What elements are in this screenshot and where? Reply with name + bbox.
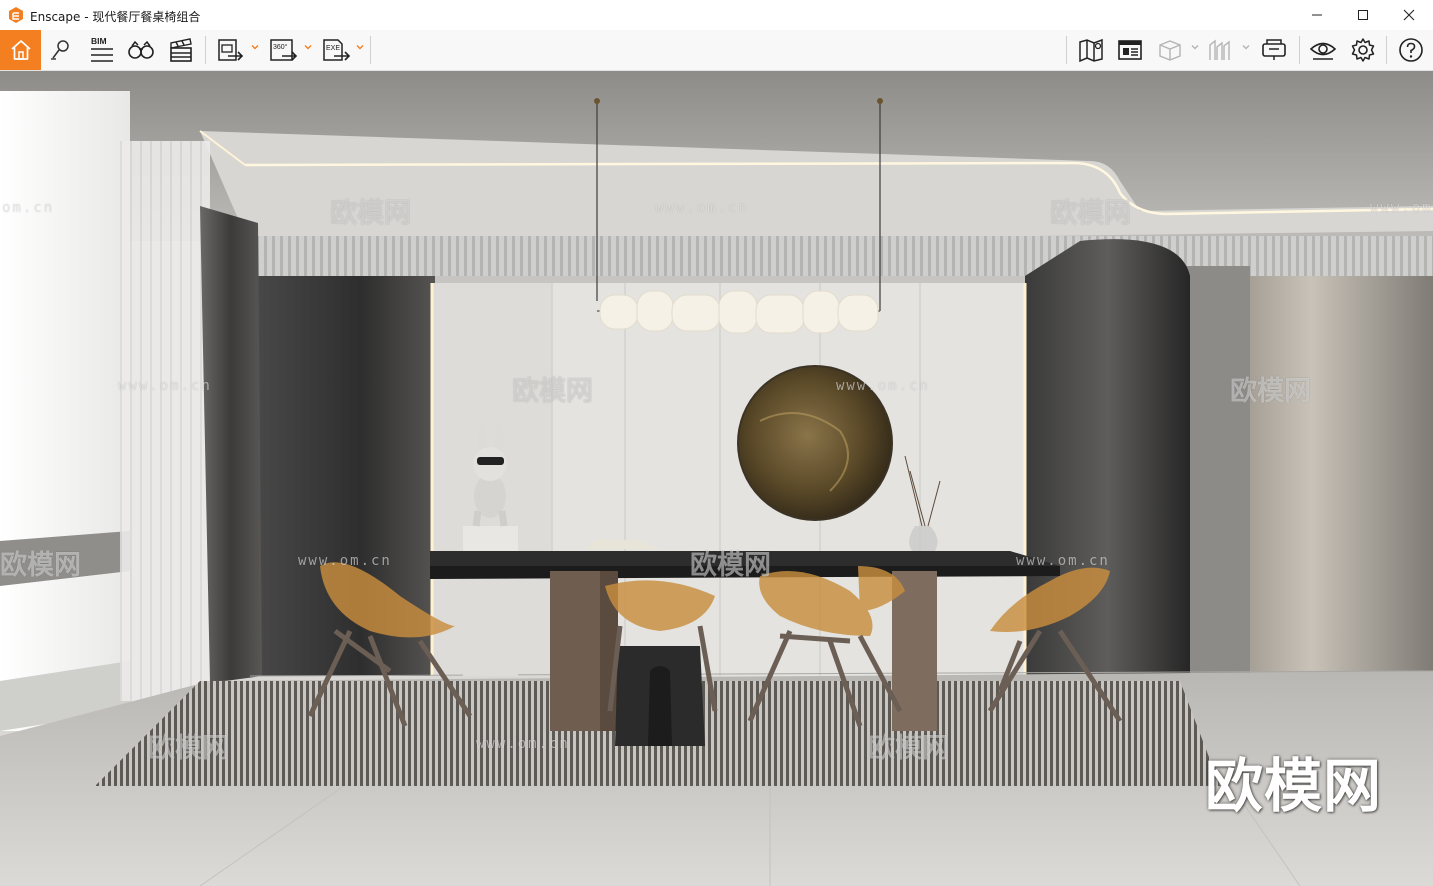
toolbar-separator [1066, 36, 1067, 64]
app-name: Enscape [30, 10, 81, 24]
map-icon [1079, 38, 1103, 63]
watermark: 欧模网 [1230, 376, 1311, 407]
close-button[interactable] [1386, 0, 1432, 30]
site-context-icon [1209, 39, 1230, 60]
bim-label: BIM [91, 36, 107, 46]
chevron-down-icon[interactable] [1191, 43, 1199, 51]
watermark-url: www.om.cn [1370, 200, 1433, 216]
bim-button[interactable]: BIM [84, 30, 118, 70]
minimize-button[interactable] [1294, 0, 1340, 30]
watermark: 欧模网 [0, 550, 81, 581]
material-cube-button[interactable] [1153, 30, 1187, 70]
chevron-down-icon[interactable] [356, 43, 364, 51]
watermark-url: www.om.cn [118, 378, 212, 394]
map-pin-icon [51, 40, 69, 60]
vr-headset-button[interactable] [1257, 30, 1291, 70]
watermark: 欧模网 [690, 550, 771, 581]
watermark: 欧模网 [330, 198, 411, 229]
minimize-icon [1312, 14, 1322, 16]
map-button[interactable] [1074, 30, 1108, 70]
screenshot-export-icon [218, 39, 244, 61]
screenshot-button[interactable] [214, 30, 246, 70]
toolbar-separator [370, 36, 371, 64]
chevron-down-icon[interactable] [251, 43, 259, 51]
video-editor-button[interactable] [164, 30, 198, 70]
window-title: Enscape - 现代餐厅餐桌椅组合 [30, 8, 200, 25]
views-button[interactable] [44, 30, 78, 70]
title-bar: Enscape - 现代餐厅餐桌椅组合 [0, 0, 1433, 30]
title-separator: - [80, 10, 93, 24]
toolbar-separator [1299, 36, 1300, 64]
visual-settings-button[interactable] [124, 30, 158, 70]
watermark: 欧模网 [868, 733, 949, 764]
gear-icon [1351, 38, 1375, 62]
enscape-logo-icon [9, 7, 23, 23]
close-icon [1403, 9, 1415, 21]
visibility-button[interactable] [1306, 30, 1340, 70]
watermark-url: om.cn [2, 200, 55, 216]
home-icon [10, 40, 31, 60]
watermark-url: www.om.cn [836, 378, 930, 394]
maximize-button[interactable] [1340, 0, 1386, 30]
vr-headset-icon [1262, 39, 1286, 60]
watermark-logo: 欧模网 [1205, 752, 1383, 820]
asset-library-icon [1118, 40, 1142, 60]
cube-icon [1159, 40, 1181, 61]
binoculars-icon [128, 40, 154, 59]
help-button[interactable] [1394, 30, 1428, 70]
exe-export-button[interactable]: EXE [319, 30, 353, 70]
panorama-button[interactable]: 360° [266, 30, 300, 70]
site-context-button[interactable] [1203, 30, 1237, 70]
panorama-export-icon: 360° [270, 39, 298, 61]
watermark-url: www.om.cn [476, 736, 570, 752]
chevron-down-icon[interactable] [1242, 43, 1250, 51]
chevron-down-icon[interactable] [304, 43, 312, 51]
bim-icon: BIM [91, 36, 113, 62]
exe-export-icon: EXE [323, 39, 351, 61]
settings-button[interactable] [1346, 30, 1380, 70]
watermark-url: www.om.cn [1016, 553, 1110, 569]
watermark: 欧模网 [1050, 198, 1131, 229]
toolbar: BIM 360° EXE [0, 30, 1433, 97]
watermark-url: www.om.cn [298, 553, 392, 569]
exe-label: EXE [326, 45, 340, 52]
panorama-label: 360° [273, 43, 288, 51]
maximize-icon [1358, 10, 1368, 20]
eye-icon [1309, 42, 1337, 60]
toolbar-separator [1386, 36, 1387, 64]
watermark: 欧模网 [148, 733, 229, 764]
render-viewport[interactable]: 欧模网 欧模网 欧模网 欧模网 欧模网 欧模网 欧模网 欧模网 欧模网 www.… [0, 71, 1433, 886]
asset-library-button[interactable] [1113, 30, 1147, 70]
watermark: 欧模网 [512, 376, 593, 407]
help-icon [1399, 38, 1423, 62]
toolbar-separator [205, 36, 206, 64]
watermark-url: www.om.cn [655, 200, 749, 216]
document-name: 现代餐厅餐桌椅组合 [92, 10, 201, 24]
home-button[interactable] [0, 30, 41, 70]
clapperboard-icon [170, 38, 192, 62]
